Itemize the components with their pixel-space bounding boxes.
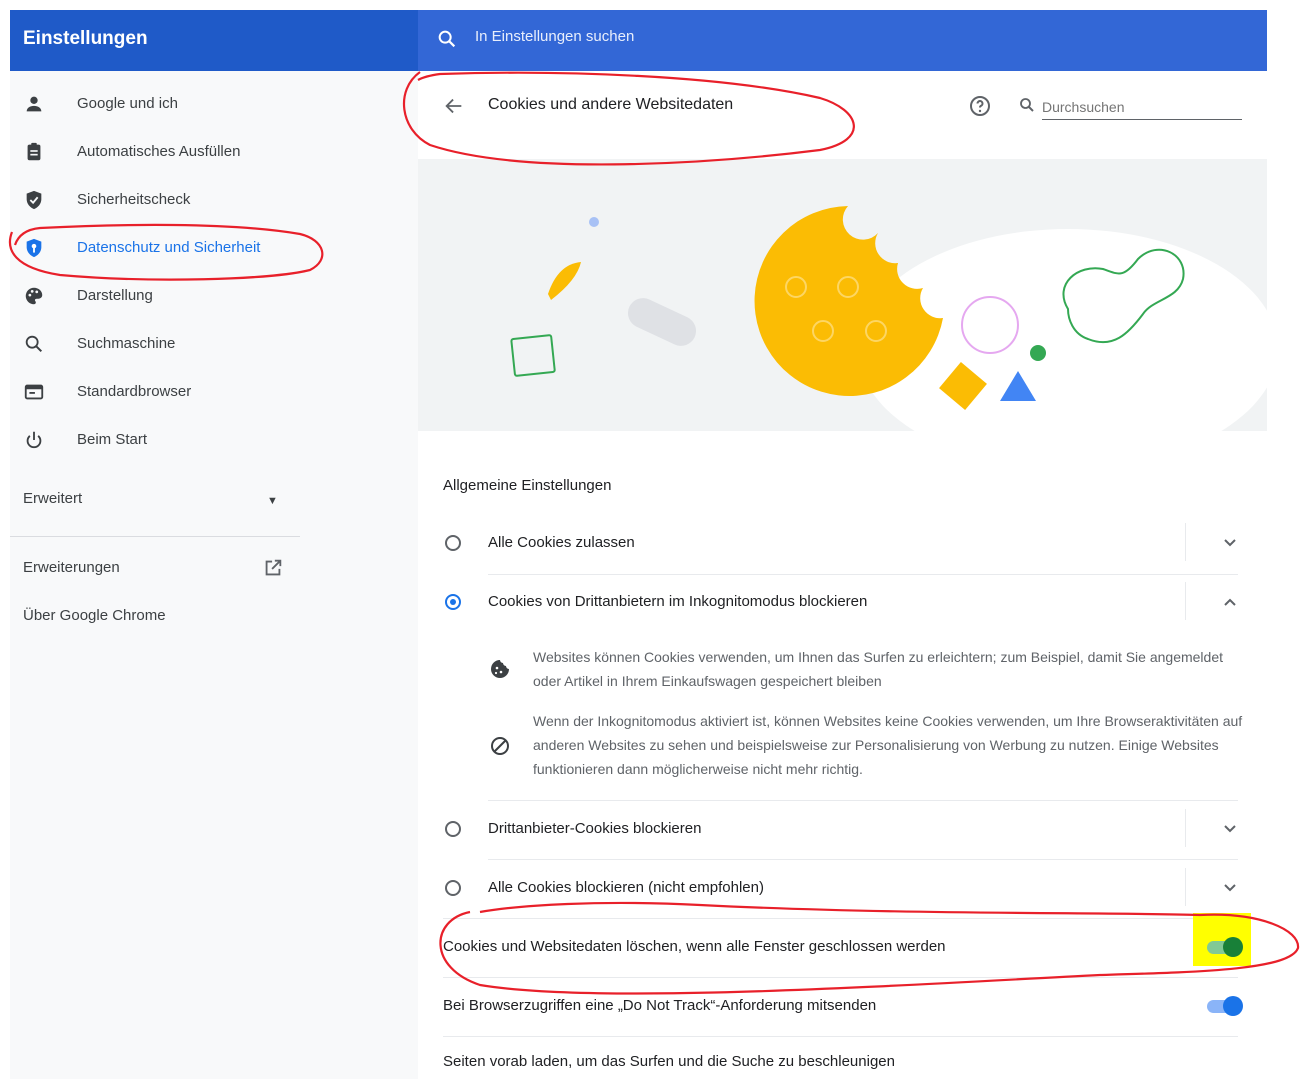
- toggle-label: Bei Browserzugriffen eine „Do Not Track“…: [443, 997, 877, 1014]
- detail-text: Websites können Cookies verwenden, um Ih…: [533, 649, 1224, 689]
- blocked-icon: [491, 737, 509, 755]
- browser-window-icon: [24, 384, 44, 400]
- option-label: Drittanbieter-Cookies blockieren: [488, 820, 702, 837]
- page-title: Cookies und andere Websitedaten: [488, 96, 734, 113]
- radio-button[interactable]: [445, 821, 461, 837]
- sidebar-item-label: Standardbrowser: [77, 383, 192, 400]
- preload-label: Seiten vorab laden, um das Surfen und di…: [443, 1053, 895, 1070]
- about-chrome-link[interactable]: Über Google Chrome: [23, 607, 166, 624]
- divider: [443, 1036, 1238, 1037]
- cookie-illustration-art: [510, 206, 1278, 469]
- sidebar-item-label: Suchmaschine: [77, 335, 176, 352]
- separator: [1185, 809, 1186, 847]
- sidebar-item-autofill[interactable]: Automatisches Ausfüllen: [10, 130, 418, 174]
- sidebar-item-appearance[interactable]: Darstellung: [10, 274, 418, 318]
- toggle-knob: [1223, 937, 1243, 957]
- do-not-track-toggle[interactable]: [1205, 993, 1243, 1019]
- app-title: Einstellungen: [23, 28, 148, 49]
- sidebar-item-privacy-security[interactable]: Datenschutz und Sicherheit: [10, 226, 418, 270]
- extensions-link[interactable]: Erweiterungen: [23, 559, 120, 576]
- option-label: Alle Cookies zulassen: [488, 534, 635, 551]
- option-label: Cookies von Drittanbietern im Inkognitom…: [488, 593, 868, 610]
- sidebar-item-google-und-ich[interactable]: Google und ich: [10, 82, 418, 126]
- chevron-down-icon[interactable]: [1218, 533, 1242, 553]
- section-title: Allgemeine Einstellungen: [443, 477, 612, 494]
- page-search-input[interactable]: [1042, 95, 1242, 120]
- person-icon: [26, 96, 42, 112]
- sidebar-item-on-startup[interactable]: Beim Start: [10, 418, 418, 462]
- divider: [443, 918, 1238, 919]
- sidebar-item-label: Darstellung: [77, 287, 153, 304]
- toggle-knob: [1223, 996, 1243, 1016]
- top-bar-title-area: Einstellungen: [10, 10, 418, 71]
- cookies-illustration: [418, 159, 1278, 469]
- detail-text: Wenn der Inkognitomodus aktiviert ist, k…: [533, 713, 1243, 777]
- settings-search-placeholder: In Einstellungen suchen: [475, 28, 635, 45]
- clear-on-exit-toggle[interactable]: [1205, 934, 1243, 960]
- sidebar-item-label: Automatisches Ausfüllen: [77, 143, 241, 160]
- sidebar-item-safety-check[interactable]: Sicherheitscheck: [10, 178, 418, 222]
- search-icon: [25, 335, 43, 353]
- divider: [443, 977, 1238, 978]
- cookie-icon: [491, 660, 509, 678]
- divider: [488, 574, 1238, 575]
- chevron-down-icon[interactable]: ▼: [267, 495, 278, 507]
- shield-check-icon: [26, 190, 42, 210]
- chevron-down-icon[interactable]: [1218, 819, 1242, 839]
- advanced-toggle[interactable]: Erweitert: [23, 490, 82, 507]
- sidebar-divider: [10, 536, 300, 537]
- help-icon[interactable]: [968, 94, 992, 118]
- open-external-icon[interactable]: [262, 557, 284, 579]
- divider: [488, 800, 1238, 801]
- sidebar-item-default-browser[interactable]: Standardbrowser: [10, 370, 418, 414]
- power-icon: [26, 431, 42, 449]
- sidebar-item-search-engine[interactable]: Suchmaschine: [10, 322, 418, 366]
- separator: [1185, 868, 1186, 906]
- sidebar-item-label: Beim Start: [77, 431, 148, 448]
- back-arrow-icon[interactable]: [442, 95, 466, 117]
- separator: [1185, 523, 1186, 561]
- divider: [488, 859, 1238, 860]
- radio-button[interactable]: [445, 880, 461, 896]
- palette-icon: [25, 287, 43, 305]
- privacy-shield-icon: [26, 238, 42, 258]
- settings-search-field[interactable]: In Einstellungen suchen: [418, 10, 1267, 71]
- radio-button-selected[interactable]: [445, 594, 461, 610]
- chevron-up-icon[interactable]: [1218, 592, 1242, 612]
- toggle-label: Cookies und Websitedaten löschen, wenn a…: [443, 938, 946, 955]
- sidebar-item-label: Google und ich: [77, 95, 178, 112]
- option-label: Alle Cookies blockieren (nicht empfohlen…: [488, 879, 764, 896]
- sidebar: Google und ich Automatisches Ausfüllen S…: [10, 71, 418, 1079]
- chevron-down-icon[interactable]: [1218, 878, 1242, 898]
- separator: [1185, 582, 1186, 620]
- sidebar-item-label: Datenschutz und Sicherheit: [77, 239, 261, 256]
- clipboard-icon: [27, 142, 41, 161]
- sidebar-item-label: Sicherheitscheck: [77, 191, 191, 208]
- main-content: Cookies und andere Websitedaten Allgemei…: [418, 71, 1278, 1079]
- search-icon: [1020, 98, 1034, 112]
- search-icon: [438, 30, 456, 48]
- radio-button[interactable]: [445, 535, 461, 551]
